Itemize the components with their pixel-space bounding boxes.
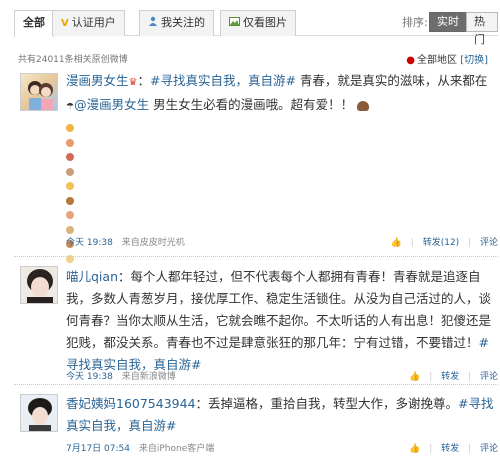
- tab-following-label: 我关注的: [161, 16, 205, 29]
- mention-link[interactable]: @漫画男女生: [74, 97, 149, 112]
- umbrella-emoji-icon: ☂: [66, 102, 75, 112]
- comment-link[interactable]: 评论: [480, 372, 498, 382]
- filter-tabs: 全部 V 认证用户 我关注的 仅看图片 排序: 实时 热门: [14, 10, 498, 46]
- avatar-photo-icon: [28, 398, 52, 431]
- people-icon: [148, 12, 158, 36]
- emoji-icon: [66, 124, 74, 132]
- like-icon[interactable]: 👍: [409, 372, 420, 382]
- region-switch-link[interactable]: [切换]: [460, 55, 488, 66]
- comment-link[interactable]: 评论: [480, 238, 498, 248]
- avatar[interactable]: [20, 266, 58, 304]
- avatar-photo-icon: [27, 269, 53, 303]
- tab-all-label: 全部: [23, 16, 45, 29]
- tab-all[interactable]: 全部: [14, 10, 54, 37]
- location-pin-icon: ●: [406, 55, 415, 66]
- sort-label: 排序:: [402, 16, 428, 29]
- post-source: 来自新浪微博: [121, 372, 176, 382]
- post-source: 来自iPhone客户端: [138, 444, 215, 454]
- tab-pictures-only[interactable]: 仅看图片: [220, 10, 296, 36]
- post-divider: [14, 256, 498, 257]
- post-content: 喵儿qian：每个人都年轻过，但不代表每个人都拥有青春！青春就是追逐自我，多数人…: [66, 266, 494, 376]
- post-text: ：每个人都年轻过，但不代表每个人都拥有青春！青春就是追逐自我，多数人青葱岁月，接…: [66, 269, 492, 350]
- results-count: 共有24011条相关原创微博: [18, 55, 128, 65]
- sort-hot-button[interactable]: 热门: [466, 12, 498, 46]
- post-divider: [14, 384, 498, 385]
- forward-link[interactable]: 转发: [441, 372, 459, 382]
- like-icon[interactable]: 👍: [391, 238, 402, 248]
- post-text-2: 男生女生必看的漫画哦。超有爱！！: [149, 97, 354, 112]
- post-actions: 👍 | 转发 | 评论: [403, 369, 498, 382]
- avatar[interactable]: [20, 394, 58, 432]
- avatar[interactable]: [20, 73, 58, 111]
- post-username[interactable]: 漫画男女生: [66, 73, 129, 88]
- post-time[interactable]: 今天 19:38: [66, 372, 113, 382]
- post-footer: 今天 19:38 来自皮皮时光机 👍 | 转发(12) | 评论: [66, 235, 498, 249]
- separator: |: [468, 444, 472, 454]
- post-footer: 今天 19:38 来自新浪微博 👍 | 转发 | 评论: [66, 369, 498, 383]
- region-label: 全部地区: [417, 55, 457, 66]
- avatar-illustration-icon: [28, 81, 53, 110]
- emoji-icon: [66, 211, 74, 219]
- region-filter: ● 全部地区 [切换]: [406, 51, 488, 66]
- emoji-icon: [66, 153, 74, 161]
- post-time[interactable]: 7月17日 07:54: [66, 444, 130, 454]
- separator: |: [429, 444, 433, 454]
- separator: |: [468, 372, 472, 382]
- emoji-icon: [66, 138, 74, 147]
- post-username[interactable]: 香妃姨妈1607543944: [66, 396, 196, 411]
- forward-link[interactable]: 转发(12): [423, 238, 459, 248]
- separator: |: [410, 238, 414, 248]
- post-username[interactable]: 喵儿qian: [66, 269, 118, 284]
- post-time[interactable]: 今天 19:38: [66, 238, 113, 248]
- post-footer: 7月17日 07:54 来自iPhone客户端 👍 | 转发 | 评论: [66, 441, 498, 455]
- post-actions: 👍 | 转发 | 评论: [403, 441, 498, 454]
- separator: |: [468, 238, 472, 248]
- like-icon[interactable]: 👍: [409, 444, 420, 454]
- post-source: 来自皮皮时光机: [121, 238, 185, 248]
- tab-following[interactable]: 我关注的: [139, 10, 214, 36]
- post-content: 漫画男女生♛：#寻找真实自我，真自游# 青春，就是真实的滋味，从来都在☂@漫画男…: [66, 70, 494, 118]
- hashtag-link[interactable]: #寻找真实自我，真自游#: [150, 73, 296, 88]
- forward-link[interactable]: 转发: [441, 444, 459, 454]
- emoji-icon: [66, 167, 74, 176]
- emoji-icon: [66, 196, 74, 205]
- post-content: 香妃姨妈1607543944：丢掉逼格，重拾自我，转型大作，多谢挽尊。#寻找真实…: [66, 393, 494, 437]
- comment-link[interactable]: 评论: [480, 444, 498, 454]
- tab-verified-users[interactable]: V 认证用户: [52, 10, 125, 36]
- emoji-icon: [66, 182, 74, 190]
- v-verified-icon: V: [61, 18, 69, 29]
- post-text: 青春，就是真实的滋味，从来都在: [295, 73, 488, 88]
- post-actions: 👍 | 转发(12) | 评论: [385, 235, 498, 248]
- tab-verified-label: 认证用户: [71, 16, 116, 29]
- post-text: ：丢掉逼格，重拾自我，转型大作，多谢挽尊。: [195, 396, 459, 411]
- sort-realtime-button[interactable]: 实时: [429, 12, 467, 32]
- picture-icon: [229, 12, 240, 36]
- separator: |: [429, 372, 433, 382]
- post-text-colon: ：: [137, 73, 150, 88]
- poop-emoji-icon: [357, 100, 370, 111]
- tab-pictures-label: 仅看图片: [243, 16, 287, 29]
- emoji-icon: [66, 225, 74, 234]
